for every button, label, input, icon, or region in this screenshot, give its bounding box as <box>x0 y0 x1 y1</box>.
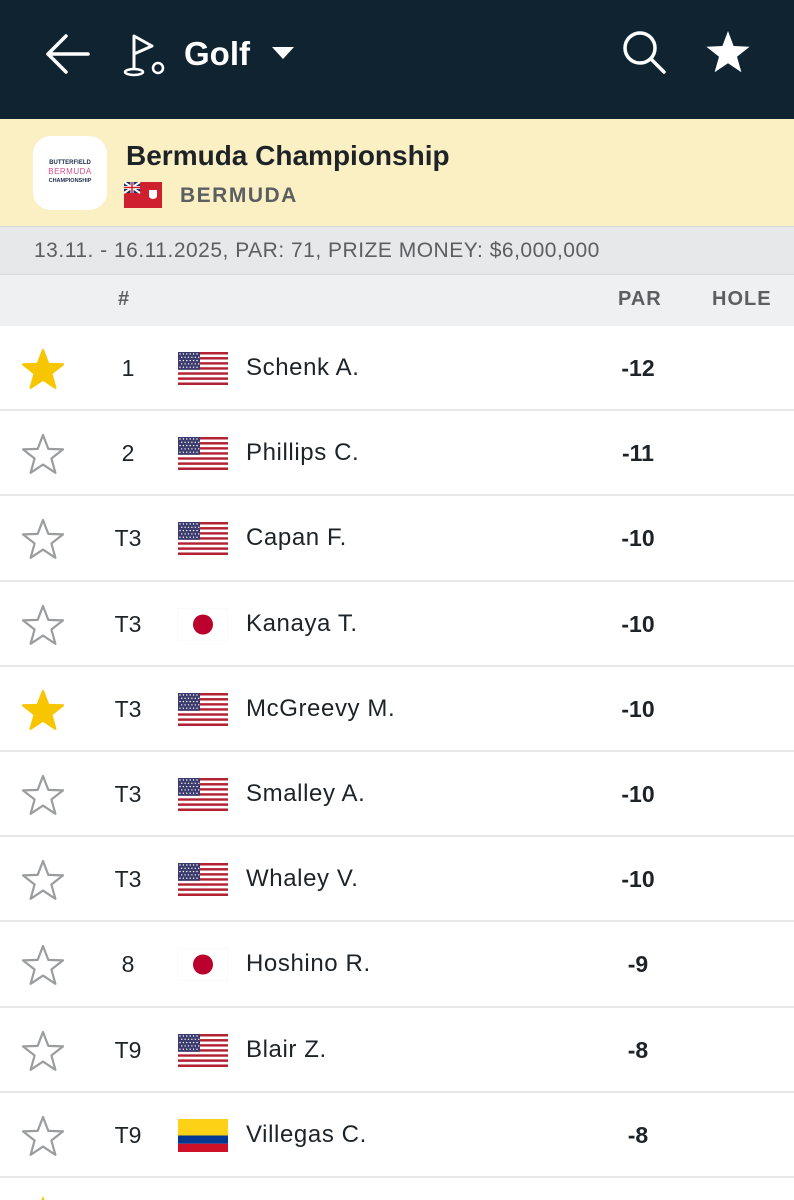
player-par-score: -10 <box>621 866 655 893</box>
favorite-star-icon[interactable] <box>21 944 65 986</box>
column-rank: # <box>118 288 130 310</box>
sport-selector-label[interactable]: Golf <box>184 32 250 76</box>
player-name: Villegas C. <box>246 1120 367 1148</box>
player-rank: T9 <box>114 1036 142 1063</box>
favorite-star-icon[interactable] <box>21 1115 65 1157</box>
player-rank: 8 <box>121 951 135 978</box>
tournament-header[interactable]: BUTTERFIELD BERMUDA CHAMPIONSHIP Bermuda… <box>0 119 794 226</box>
table-row[interactable] <box>0 1178 794 1200</box>
caret-down-icon[interactable] <box>270 44 296 62</box>
player-name: McGreevy M. <box>246 694 396 722</box>
column-hole[interactable]: HOLE <box>712 288 772 311</box>
player-name: Whaley V. <box>246 865 359 893</box>
player-rank: T9 <box>114 1121 142 1148</box>
table-row[interactable]: T3 McGreevy M. -10 <box>0 666 794 752</box>
usa-flag-icon <box>178 522 228 556</box>
table-row[interactable]: T3 Smalley A. -10 <box>0 751 794 838</box>
golf-flag-icon[interactable] <box>122 30 168 78</box>
japan-flag-icon <box>178 948 228 982</box>
table-row[interactable]: 2 Phillips C. -11 <box>0 411 794 497</box>
column-par[interactable]: PAR <box>618 288 662 311</box>
player-par-score: -10 <box>621 610 655 637</box>
player-par-score: -10 <box>621 695 655 722</box>
player-name: Phillips C. <box>246 439 360 467</box>
search-icon[interactable] <box>620 28 670 78</box>
table-row[interactable]: T3 Whaley V. -10 <box>0 837 794 923</box>
table-row[interactable]: T3 Kanaya T. -10 <box>0 581 794 667</box>
tournament-info-text: 13.11. - 16.11.2025, PAR: 71, PRIZE MONE… <box>34 239 600 262</box>
favorite-star-icon[interactable] <box>21 433 65 475</box>
player-par-score: -10 <box>621 780 655 807</box>
player-rank: 2 <box>121 440 135 467</box>
table-row[interactable]: T3 Capan F. -10 <box>0 496 794 582</box>
usa-flag-icon <box>178 437 228 471</box>
usa-flag-icon <box>178 1033 228 1067</box>
favorite-star-icon[interactable] <box>21 1030 65 1072</box>
usa-flag-icon <box>178 352 228 385</box>
usa-flag-icon <box>178 777 228 811</box>
table-row[interactable]: 8 Hoshino R. -9 <box>0 922 794 1008</box>
player-name: Schenk A. <box>246 354 360 381</box>
player-par-score: -8 <box>627 1121 649 1148</box>
tournament-logo: BUTTERFIELD BERMUDA CHAMPIONSHIP <box>33 136 107 210</box>
player-rank: T3 <box>114 695 142 722</box>
usa-flag-icon <box>178 692 228 726</box>
favorite-star-icon[interactable] <box>21 518 65 560</box>
player-par-score: -9 <box>627 951 649 978</box>
player-par-score: -12 <box>621 355 655 381</box>
player-par-score: -11 <box>622 440 654 467</box>
player-name: Blair Z. <box>246 1035 327 1063</box>
svg-text:BUTTERFIELD: BUTTERFIELD <box>49 160 91 166</box>
arrow-left-icon[interactable] <box>42 30 92 78</box>
favorite-star-icon[interactable] <box>21 774 65 816</box>
player-par-score: -8 <box>627 1036 649 1063</box>
svg-text:BERMUDA: BERMUDA <box>48 167 92 176</box>
favorite-star-icon[interactable] <box>21 604 65 646</box>
leaderboard-column-header: # PAR HOLE <box>0 274 794 326</box>
tournament-country: BERMUDA <box>180 184 298 207</box>
tournament-info-bar: 13.11. - 16.11.2025, PAR: 71, PRIZE MONE… <box>0 226 794 274</box>
star-icon[interactable] <box>704 28 752 76</box>
player-rank: T3 <box>114 525 142 552</box>
player-rank: T3 <box>114 780 142 807</box>
favorite-star-icon[interactable] <box>21 859 65 901</box>
player-name: Capan F. <box>246 524 347 552</box>
favorite-star-icon[interactable] <box>21 689 65 731</box>
japan-flag-icon <box>178 607 228 641</box>
top-navigation-bar: Golf <box>0 0 794 119</box>
table-row[interactable]: 1 Schenk A. -12 <box>0 326 794 412</box>
player-name: Smalley A. <box>246 779 366 807</box>
player-rank: 1 <box>121 355 135 381</box>
player-par-score: -10 <box>621 525 655 552</box>
svg-text:CHAMPIONSHIP: CHAMPIONSHIP <box>49 178 92 184</box>
player-name: Kanaya T. <box>246 609 358 637</box>
player-rank: T3 <box>114 610 142 637</box>
player-name: Hoshino R. <box>246 950 371 978</box>
tournament-title: Bermuda Championship <box>126 140 450 171</box>
colombia-flag-icon <box>178 1118 228 1152</box>
favorite-star-icon[interactable] <box>21 1194 65 1200</box>
leaderboard-list: 1 Schenk A. -12 2 Phillips C. -11 T3 Capan F. -1… <box>0 326 794 1178</box>
table-row[interactable]: T9 Blair Z. -8 <box>0 1007 794 1093</box>
bermuda-flag-icon <box>124 182 162 208</box>
favorite-star-icon[interactable] <box>21 348 65 390</box>
table-row[interactable]: T9 Villegas C. -8 <box>0 1092 794 1178</box>
usa-flag-icon <box>178 863 228 897</box>
player-rank: T3 <box>114 866 142 893</box>
